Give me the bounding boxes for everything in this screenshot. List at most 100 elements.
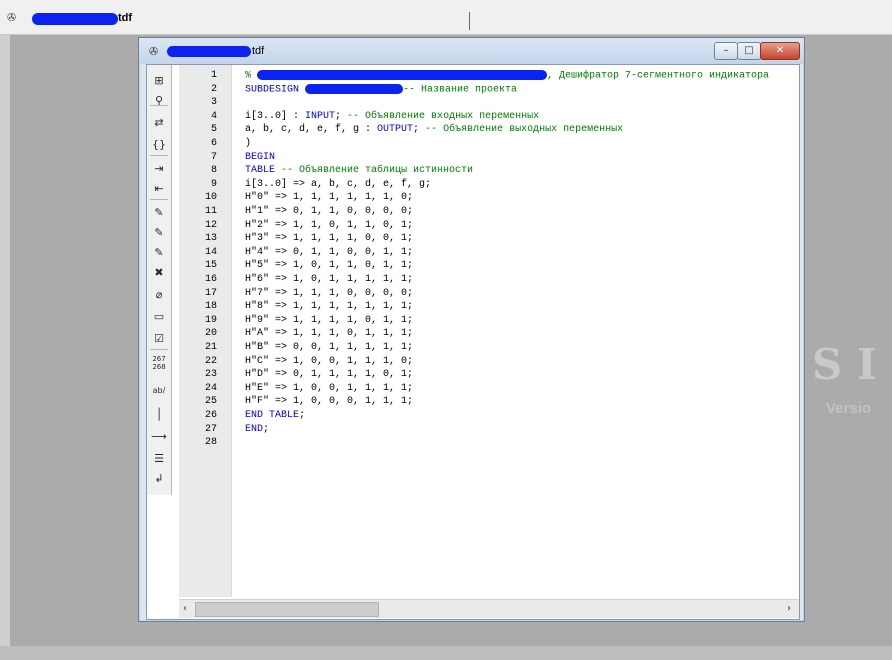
code-line[interactable]: H"5" => 1, 0, 1, 1, 0, 1, 1; <box>245 260 413 271</box>
line-number: 4 <box>210 110 217 122</box>
code-keyword: END TABLE <box>245 410 300 421</box>
code-comment: -- Название проекта <box>403 84 518 96</box>
line-number: 18 <box>204 301 217 313</box>
code-text: ; <box>413 124 426 136</box>
code-line[interactable]: H"A" => 1, 1, 1, 0, 1, 1, 1; <box>245 328 413 339</box>
code-text: ; <box>263 423 270 435</box>
code-line[interactable]: H"9" => 1, 1, 1, 1, 0, 1, 1; <box>245 315 413 326</box>
line-number: 6 <box>210 138 217 149</box>
code-line[interactable]: H"F" => 1, 0, 0, 0, 1, 1, 1; <box>245 396 413 407</box>
close-button[interactable]: ✕ <box>760 42 800 60</box>
bookmark-next-icon[interactable]: ✎ <box>151 225 167 241</box>
redacted-text <box>305 83 404 94</box>
code-line[interactable]: BEGIN <box>245 152 275 163</box>
code-line[interactable]: H"3" => 1, 1, 1, 1, 0, 0, 1; <box>245 233 413 244</box>
code-text: ) <box>245 138 252 149</box>
text-ab-icon[interactable]: ab/ <box>151 383 167 399</box>
window-titlebar[interactable]: ✇ tdf – □ ✕ <box>139 38 804 64</box>
horizontal-scrollbar[interactable]: ‹ › <box>179 599 799 618</box>
checkbox-icon[interactable]: ☑ <box>151 331 167 347</box>
bookmark-toggle-icon[interactable]: ✎ <box>151 205 167 221</box>
code-text: H"E" => 1, 0, 0, 1, 1, 1, 1; <box>245 382 414 394</box>
code-line[interactable]: H"E" => 1, 0, 0, 1, 1, 1, 1; <box>245 383 413 394</box>
code-keyword: END <box>245 423 264 435</box>
line-number: 14 <box>204 246 217 258</box>
editor-client-area: ⊞ ⚲ ⇄{} ⇥ ⇤ ✎ ✎ ✎ ✖ ⌀ ▭ ☑ 267 268 ab/│ ⟶ ☰ ↲ 1 2 3 4 5 6 7 8 9 10… <box>146 64 800 620</box>
indent-icon[interactable]: ⇥ <box>151 161 167 177</box>
code-line[interactable]: i[3..0] => a, b, c, d, e, f, g; <box>245 179 431 190</box>
chip-icon: ✇ <box>149 45 159 58</box>
code-line[interactable]: H"D" => 0, 1, 1, 1, 1, 0, 1; <box>245 369 413 380</box>
code-keyword: OUTPUT <box>377 124 414 136</box>
bookmark-clear-icon[interactable]: ✖ <box>151 265 167 281</box>
line-number: 3 <box>210 97 217 109</box>
minimize-button[interactable]: – <box>714 42 738 60</box>
code-comment: -- Объявление таблицы истинности <box>281 165 474 177</box>
code-line[interactable]: H"0" => 1, 1, 1, 1, 1, 1, 0; <box>245 192 413 203</box>
unindent-icon[interactable]: ⇤ <box>151 181 167 197</box>
bookmark-prev-icon[interactable]: ✎ <box>151 245 167 261</box>
list-icon[interactable]: ☰ <box>151 451 167 467</box>
braces-icon[interactable]: {} <box>151 137 167 153</box>
replace-icon[interactable]: ⇄ <box>151 115 167 131</box>
code-line[interactable]: END; <box>245 424 269 435</box>
editor-window[interactable]: ✇ tdf – □ ✕ ⊞ ⚲ ⇄ {} ⇥ ⇤ ✎ ✎ ✎ ✖ ⌀ ▭ ☑ 267 268 ab/ │ ⟶ ☰ ↲… <box>138 37 805 622</box>
code-comment: % <box>245 70 258 82</box>
code-line[interactable]: H"6" => 1, 0, 1, 1, 1, 1, 1; <box>245 274 413 285</box>
scroll-thumb[interactable] <box>195 602 379 617</box>
scroll-icon[interactable]: ▭ <box>151 309 167 325</box>
code-line[interactable]: a, b, c, d, e, f, g : OUTPUT; -- Объявле… <box>245 124 623 135</box>
line-number: 26 <box>204 410 217 421</box>
code-comment: -- Объявление выходных переменных <box>425 124 624 136</box>
code-line[interactable]: END TABLE; <box>245 410 305 421</box>
line-number: 7 <box>210 151 217 163</box>
code-text: H"B" => 0, 0, 1, 1, 1, 1, 1; <box>245 342 414 353</box>
line-number-icon[interactable]: 267 268 <box>151 355 167 371</box>
background-watermark: S I <box>812 340 877 389</box>
code-line[interactable]: H"8" => 1, 1, 1, 1, 1, 1, 1; <box>245 301 413 312</box>
code-line[interactable]: TABLE -- Объявление таблицы истинности <box>245 165 473 176</box>
line-number: 20 <box>204 328 217 340</box>
code-line[interactable]: H"1" => 0, 1, 1, 0, 0, 0, 0; <box>245 206 413 217</box>
redacted-text <box>257 70 548 80</box>
main-menu-bar: ✇ tdf <box>0 0 892 35</box>
title-separator <box>469 12 470 30</box>
toolbar-divider <box>150 105 168 106</box>
code-line[interactable]: H"C" => 1, 0, 0, 1, 1, 1, 0; <box>245 356 413 367</box>
code-text: a, b, c, d, e, f, g : <box>245 124 378 136</box>
line-number: 15 <box>204 260 217 272</box>
redacted-filename <box>167 46 251 57</box>
code-line[interactable]: % , Дешифратор 7-сегментного индикатора <box>245 70 769 82</box>
line-number: 22 <box>204 355 217 367</box>
scroll-right-arrow[interactable]: › <box>787 603 791 614</box>
code-line[interactable]: H"7" => 1, 1, 1, 0, 0, 0, 0; <box>245 288 413 299</box>
line-number: 1 <box>210 70 217 81</box>
code-text: H"A" => 1, 1, 1, 0, 1, 1, 1; <box>245 328 414 340</box>
line-number: 13 <box>204 233 217 245</box>
status-bar <box>0 646 892 660</box>
code-keyword: SUBDESIGN <box>245 84 306 96</box>
maximize-button[interactable]: □ <box>737 42 761 60</box>
code-line[interactable]: H"B" => 0, 0, 1, 1, 1, 1, 1; <box>245 342 413 353</box>
find-icon[interactable]: ⚲ <box>151 93 167 109</box>
line-number: 19 <box>204 314 217 326</box>
code-line[interactable]: H"2" => 1, 1, 0, 1, 1, 0, 1; <box>245 220 413 231</box>
code-line[interactable]: ) <box>245 138 251 149</box>
code-line[interactable]: SUBDESIGN -- Название проекта <box>245 83 518 96</box>
vertical-line-icon[interactable]: │ <box>151 407 167 423</box>
arrow-right-icon[interactable]: ⟶ <box>151 429 167 445</box>
code-keyword: TABLE <box>245 165 282 177</box>
code-text: H"3" => 1, 1, 1, 1, 0, 0, 1; <box>245 233 414 245</box>
wrap-icon[interactable]: ↲ <box>151 471 167 487</box>
code-text: H"0" => 1, 1, 1, 1, 1, 1, 0; <box>245 192 414 204</box>
code-keyword: INPUT <box>305 110 336 122</box>
code-editor[interactable]: % , Дешифратор 7-сегментного индикатора S… <box>245 65 799 597</box>
scroll-left-arrow[interactable]: ‹ <box>183 603 187 614</box>
code-line[interactable]: i[3..0] : INPUT; -- Объявление входных п… <box>245 111 539 122</box>
insert-template-icon[interactable]: ⊞ <box>151 73 167 89</box>
code-text: H"2" => 1, 1, 0, 1, 1, 0, 1; <box>245 219 414 231</box>
attach-icon[interactable]: ⌀ <box>151 287 167 303</box>
line-number: 8 <box>210 165 217 177</box>
code-line[interactable]: H"4" => 0, 1, 1, 0, 0, 1, 1; <box>245 247 413 258</box>
line-number: 23 <box>204 369 217 381</box>
